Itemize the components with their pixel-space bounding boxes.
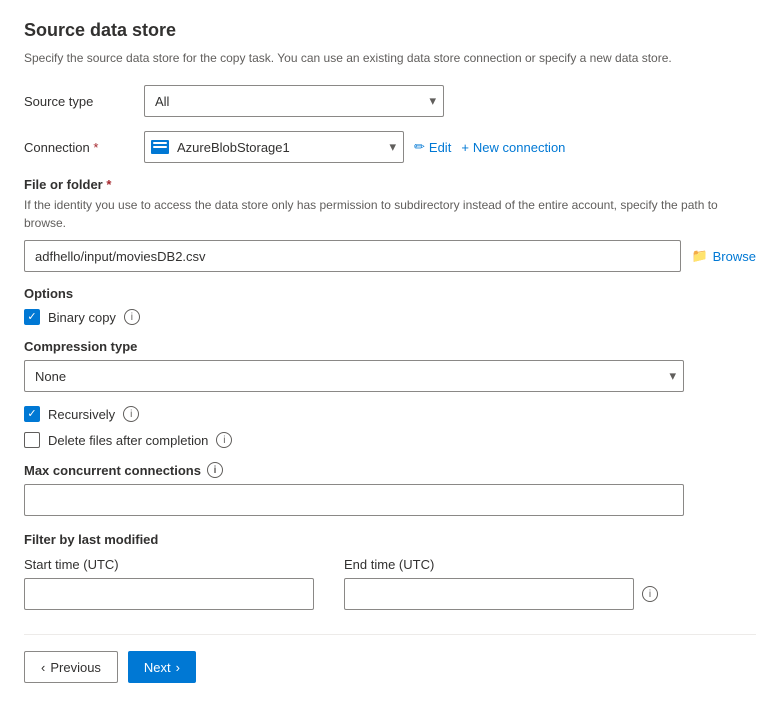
file-folder-sublabel: If the identity you use to access the da… xyxy=(24,196,756,232)
compression-label: Compression type xyxy=(24,339,756,354)
recursively-row: Recursively i xyxy=(24,406,756,422)
recursively-label: Recursively xyxy=(48,407,115,422)
connection-label: Connection xyxy=(24,140,144,155)
compression-select[interactable]: None gzip bzip2 deflate ZipDeflate snapp… xyxy=(24,360,684,392)
previous-button[interactable]: ‹ Previous xyxy=(24,651,118,683)
file-folder-section: File or folder If the identity you use t… xyxy=(24,177,756,272)
max-connections-info-icon[interactable]: i xyxy=(207,462,223,478)
recursively-info-icon[interactable]: i xyxy=(123,406,139,422)
edit-button[interactable]: ✏ Edit xyxy=(414,139,451,155)
folder-icon: 📁 xyxy=(691,248,707,264)
options-section: Options Binary copy i xyxy=(24,286,756,325)
connection-control: AzureBlobStorage1 AzureBlobStorage2 ▾ ✏ … xyxy=(144,131,756,163)
end-time-group: End time (UTC) i xyxy=(344,557,658,610)
start-time-label: Start time (UTC) xyxy=(24,557,314,572)
max-connections-label: Max concurrent connections i xyxy=(24,462,756,478)
source-type-select-wrapper: All Azure Blob Storage Azure SQL File Sy… xyxy=(144,85,444,117)
chevron-right-icon: › xyxy=(176,660,180,675)
max-connections-input[interactable] xyxy=(24,484,684,516)
start-time-input[interactable] xyxy=(24,578,314,610)
footer: ‹ Previous Next › xyxy=(24,634,756,683)
next-label: Next xyxy=(144,660,171,675)
page-subtitle: Specify the source data store for the co… xyxy=(24,49,756,67)
filter-section: Filter by last modified Start time (UTC)… xyxy=(24,532,756,610)
max-connections-section: Max concurrent connections i xyxy=(24,462,756,516)
compression-select-wrapper: None gzip bzip2 deflate ZipDeflate snapp… xyxy=(24,360,684,392)
plus-icon: + xyxy=(461,140,469,155)
connection-select[interactable]: AzureBlobStorage1 AzureBlobStorage2 xyxy=(144,131,404,163)
source-type-select[interactable]: All Azure Blob Storage Azure SQL File Sy… xyxy=(144,85,444,117)
options-title: Options xyxy=(24,286,756,301)
end-time-input-row: i xyxy=(344,578,658,610)
start-time-group: Start time (UTC) xyxy=(24,557,314,610)
pencil-icon: ✏ xyxy=(414,139,425,155)
time-row: Start time (UTC) End time (UTC) i xyxy=(24,557,756,610)
source-type-control: All Azure Blob Storage Azure SQL File Sy… xyxy=(144,85,756,117)
browse-button[interactable]: 📁 Browse xyxy=(691,248,756,264)
filter-title: Filter by last modified xyxy=(24,532,756,547)
file-folder-row: 📁 Browse xyxy=(24,240,756,272)
delete-files-checkbox[interactable] xyxy=(24,432,40,448)
file-folder-label: File or folder xyxy=(24,177,756,192)
edit-label: Edit xyxy=(429,140,451,155)
connection-row: Connection AzureBlobStorage1 AzureBlobSt… xyxy=(24,131,756,163)
new-connection-button[interactable]: + New connection xyxy=(461,140,565,155)
delete-files-row: Delete files after completion i xyxy=(24,432,756,448)
source-type-row: Source type All Azure Blob Storage Azure… xyxy=(24,85,756,117)
recursively-checkbox[interactable] xyxy=(24,406,40,422)
file-folder-input[interactable] xyxy=(24,240,681,272)
binary-copy-row: Binary copy i xyxy=(24,309,756,325)
connection-select-wrapper: AzureBlobStorage1 AzureBlobStorage2 ▾ xyxy=(144,131,404,163)
binary-copy-info-icon[interactable]: i xyxy=(124,309,140,325)
storage-icon xyxy=(151,140,169,154)
chevron-left-icon: ‹ xyxy=(41,660,45,675)
page-title: Source data store xyxy=(24,20,756,41)
end-time-input[interactable] xyxy=(344,578,634,610)
binary-copy-checkbox[interactable] xyxy=(24,309,40,325)
end-time-label: End time (UTC) xyxy=(344,557,658,572)
delete-files-label: Delete files after completion xyxy=(48,433,208,448)
new-connection-label: New connection xyxy=(473,140,566,155)
compression-section: Compression type None gzip bzip2 deflate… xyxy=(24,339,756,392)
delete-files-info-icon[interactable]: i xyxy=(216,432,232,448)
binary-copy-label: Binary copy xyxy=(48,310,116,325)
previous-label: Previous xyxy=(50,660,101,675)
end-time-info-icon[interactable]: i xyxy=(642,586,658,602)
next-button[interactable]: Next › xyxy=(128,651,196,683)
browse-label: Browse xyxy=(713,249,756,264)
max-connections-label-text: Max concurrent connections xyxy=(24,463,201,478)
source-type-label: Source type xyxy=(24,94,144,109)
